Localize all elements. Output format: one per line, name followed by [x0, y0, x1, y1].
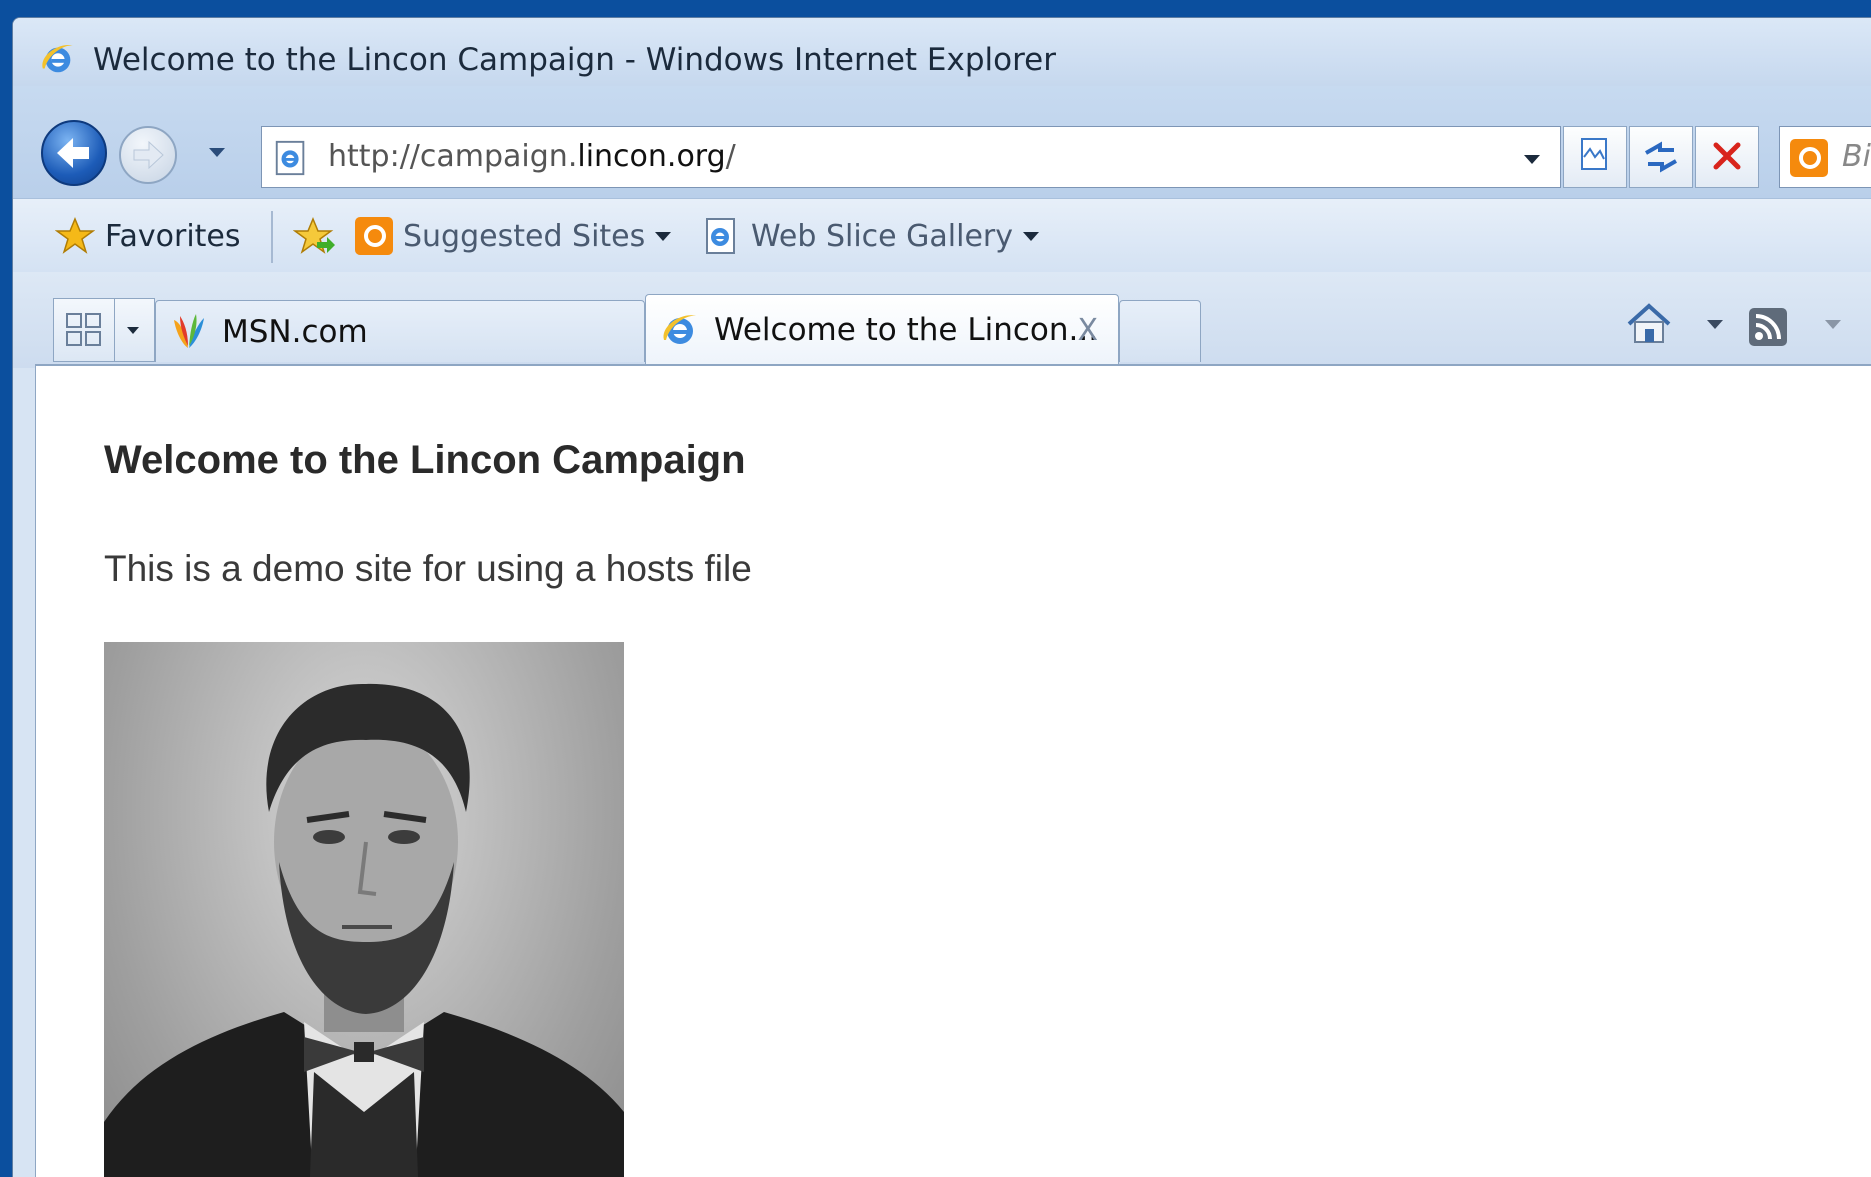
url-text[interactable]: http://campaign.lincon.org/	[328, 139, 736, 174]
favorites-label: Favorites	[105, 218, 241, 254]
chevron-down-icon	[1023, 231, 1039, 241]
tab-msn[interactable]: MSN.com	[155, 300, 645, 362]
chevron-down-icon	[655, 231, 672, 241]
tab-bar: MSN.com Welcome to the Lincon... X	[13, 272, 1871, 368]
home-dropdown[interactable]	[1707, 320, 1723, 329]
arrow-right-icon	[133, 140, 164, 170]
new-tab-button[interactable]	[1119, 300, 1201, 362]
ie-logo-icon	[663, 314, 696, 344]
stop-button[interactable]	[1695, 126, 1759, 188]
chevron-down-icon	[127, 327, 139, 334]
compatibility-view-icon	[1581, 138, 1607, 170]
msn-butterfly-icon	[174, 313, 204, 348]
arrow-left-icon	[57, 138, 89, 168]
title-bar: Welcome to the Lincon Campaign - Windows…	[13, 18, 1871, 86]
home-button[interactable]	[1625, 302, 1673, 350]
star-icon	[55, 217, 95, 254]
portrait-illustration	[104, 683, 624, 1177]
page-heading: Welcome to the Lincon Campaign	[104, 438, 746, 482]
lincoln-portrait-image	[104, 642, 624, 1177]
bing-logo-icon	[355, 217, 393, 255]
favorites-separator	[271, 211, 273, 263]
home-icon	[1627, 303, 1671, 343]
web-slice-gallery-label: Web Slice Gallery	[751, 218, 1013, 254]
forward-button[interactable]	[119, 126, 177, 184]
window-title: Welcome to the Lincon Campaign - Windows…	[93, 42, 1056, 78]
navigation-bar: http://campaign.lincon.org/ Bi	[13, 86, 1871, 198]
add-favorite-star-icon	[293, 217, 335, 254]
page-icon	[275, 140, 305, 176]
close-x-icon	[1713, 142, 1741, 170]
tab-welcome-lincon[interactable]: Welcome to the Lincon... X	[645, 294, 1119, 364]
back-button[interactable]	[41, 120, 107, 186]
page-description: This is a demo site for using a hosts fi…	[104, 548, 752, 589]
suggested-sites-label: Suggested Sites	[403, 218, 646, 254]
recent-pages-dropdown[interactable]	[209, 148, 225, 157]
bing-logo-icon	[1790, 139, 1828, 177]
feeds-button[interactable]	[1747, 306, 1789, 352]
browser-window: Welcome to the Lincon Campaign - Windows…	[12, 17, 1871, 1177]
ie-logo-icon	[42, 45, 74, 73]
search-provider-text: Bi	[1842, 139, 1871, 174]
refresh-icon	[1645, 141, 1677, 173]
rss-feed-icon	[1749, 308, 1787, 346]
close-tab-icon[interactable]: X	[1077, 313, 1098, 348]
web-slice-gallery-button[interactable]: Web Slice Gallery	[701, 215, 1039, 257]
feeds-dropdown[interactable]	[1825, 320, 1841, 329]
compatibility-view-button[interactable]	[1563, 126, 1627, 188]
favorites-bar: Favorites Suggested Sites Web Slice Gall…	[13, 198, 1871, 273]
tab-list-dropdown[interactable]	[115, 298, 155, 362]
refresh-button[interactable]	[1629, 126, 1693, 188]
quick-tabs-grid-icon	[66, 313, 101, 346]
ie-page-icon	[706, 218, 735, 254]
page-content: Welcome to the Lincon Campaign This is a…	[35, 364, 1871, 1177]
quick-tabs-button[interactable]	[53, 298, 115, 362]
search-box[interactable]: Bi	[1779, 126, 1871, 188]
favorites-button[interactable]: Favorites	[55, 215, 241, 257]
tab-label: MSN.com	[222, 313, 368, 350]
add-to-favorites-bar-button[interactable]	[293, 215, 337, 257]
tab-label: Welcome to the Lincon...	[714, 311, 1099, 348]
suggested-sites-button[interactable]: Suggested Sites	[355, 215, 672, 257]
address-bar[interactable]: http://campaign.lincon.org/	[261, 126, 1561, 188]
address-dropdown[interactable]	[1524, 155, 1540, 164]
